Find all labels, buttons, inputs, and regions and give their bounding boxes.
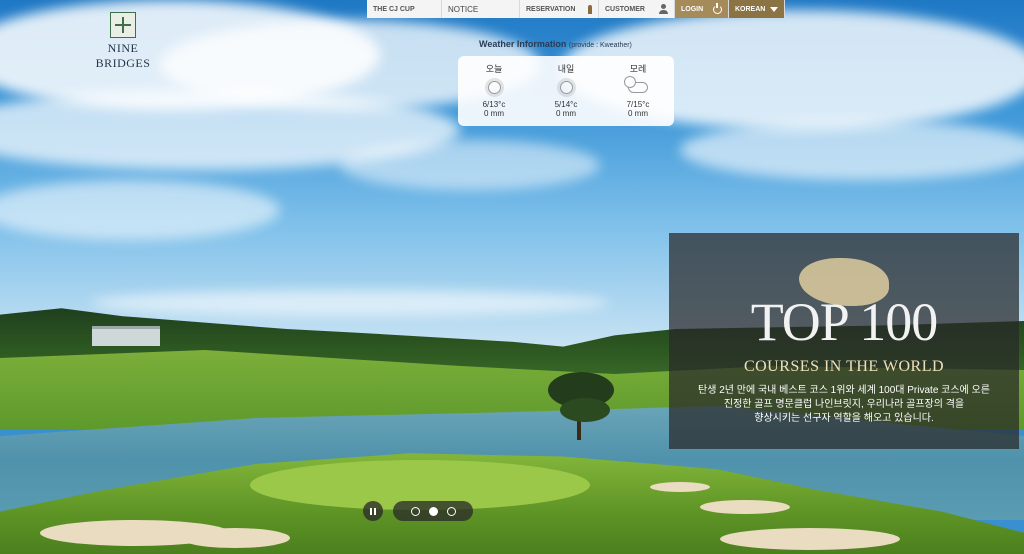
logo-mark-icon — [110, 12, 136, 38]
nav-reservation[interactable]: RESERVATION — [520, 0, 599, 18]
weather-title: Weather Information (provide : Kweather) — [479, 39, 632, 49]
day-temperature: 7/15°c — [626, 100, 650, 109]
golf-bag-icon — [588, 4, 592, 14]
weather-icon-slot — [624, 75, 651, 98]
logo-text: NINE BRIDGES — [95, 41, 151, 70]
slider-dot[interactable] — [428, 506, 438, 516]
cloud — [340, 140, 600, 190]
day-name: 오늘 — [485, 64, 503, 74]
cloud — [680, 120, 1024, 180]
weather-day-after: 모레 7/15°c 0 mm — [608, 62, 668, 126]
promo-panel: TOP 100 COURSES IN THE WORLD 탄생 2년 만에 국내… — [669, 233, 1019, 449]
promo-description: 탄생 2년 만에 국내 베스트 코스 1위와 세계 100대 Private 코… — [669, 384, 1019, 426]
nav-customer-label: CUSTOMER — [605, 5, 645, 13]
weather-icon-slot — [553, 76, 579, 98]
language-select[interactable]: KOREAN — [729, 0, 785, 18]
promo-line: 진정한 골프 명문클럽 나인브릿지, 우리나라 골프장의 격을 — [723, 399, 965, 410]
pause-icon — [370, 507, 372, 515]
bunker — [650, 482, 710, 492]
nav-cj-cup[interactable]: THE CJ CUP — [367, 0, 442, 18]
nav-reservation-label: RESERVATION — [526, 5, 576, 13]
language-label: KOREAN — [735, 5, 766, 13]
weather-icon-slot — [481, 76, 507, 98]
pine-tree — [560, 398, 610, 422]
nav-notice[interactable]: NOTICE — [442, 0, 520, 18]
login-label: LOGIN — [681, 5, 704, 13]
slider-dot[interactable] — [410, 506, 420, 516]
clubhouse — [92, 326, 160, 346]
slider-pagination — [393, 501, 473, 521]
bunker — [720, 528, 900, 550]
cloud — [90, 290, 610, 316]
day-rainfall: 0 mm — [556, 109, 576, 118]
sun-icon — [559, 80, 573, 94]
promo-headline: TOP 100 — [750, 292, 939, 352]
person-icon — [659, 4, 668, 14]
day-rainfall: 0 mm — [628, 109, 648, 118]
bunker — [180, 528, 290, 548]
day-temperature: 5/14°c — [554, 100, 578, 109]
sun-icon — [487, 80, 501, 94]
promo-subhead: COURSES IN THE WORLD — [743, 358, 945, 375]
promo-line: 탄생 2년 만에 국내 베스트 코스 1위와 세계 100대 Private 코… — [698, 385, 990, 396]
top-nav: THE CJ CUP NOTICE RESERVATION CUSTOMER L… — [367, 0, 785, 18]
chevron-down-icon — [770, 6, 778, 12]
slider-pause-button[interactable] — [363, 501, 383, 521]
day-rainfall: 0 mm — [484, 109, 504, 118]
promo-line: 향상시키는 선구자 역할을 해오고 있습니다. — [754, 413, 934, 424]
bunker — [700, 500, 790, 514]
nav-customer[interactable]: CUSTOMER — [599, 0, 675, 18]
day-name: 모레 — [629, 64, 647, 74]
weather-day-tomorrow: 내일 5/14°c 0 mm — [536, 62, 596, 126]
power-icon — [713, 2, 722, 14]
weather-day-today: 오늘 6/13°c 0 mm — [464, 62, 524, 126]
day-temperature: 6/13°c — [482, 100, 506, 109]
weather-provider: (provide : Kweather) — [568, 42, 632, 49]
day-name: 내일 — [557, 64, 575, 74]
site-logo[interactable]: NINE BRIDGES — [80, 12, 166, 71]
weather-widget: 오늘 6/13°c 0 mm 내일 5/14°c 0 mm 모레 7/15°c … — [458, 56, 674, 126]
weather-heading: Weather Information — [479, 39, 567, 49]
pause-icon — [374, 507, 376, 515]
slider-dot[interactable] — [446, 506, 456, 516]
cloud-sun-icon — [624, 75, 648, 93]
login-button[interactable]: LOGIN — [675, 0, 729, 18]
